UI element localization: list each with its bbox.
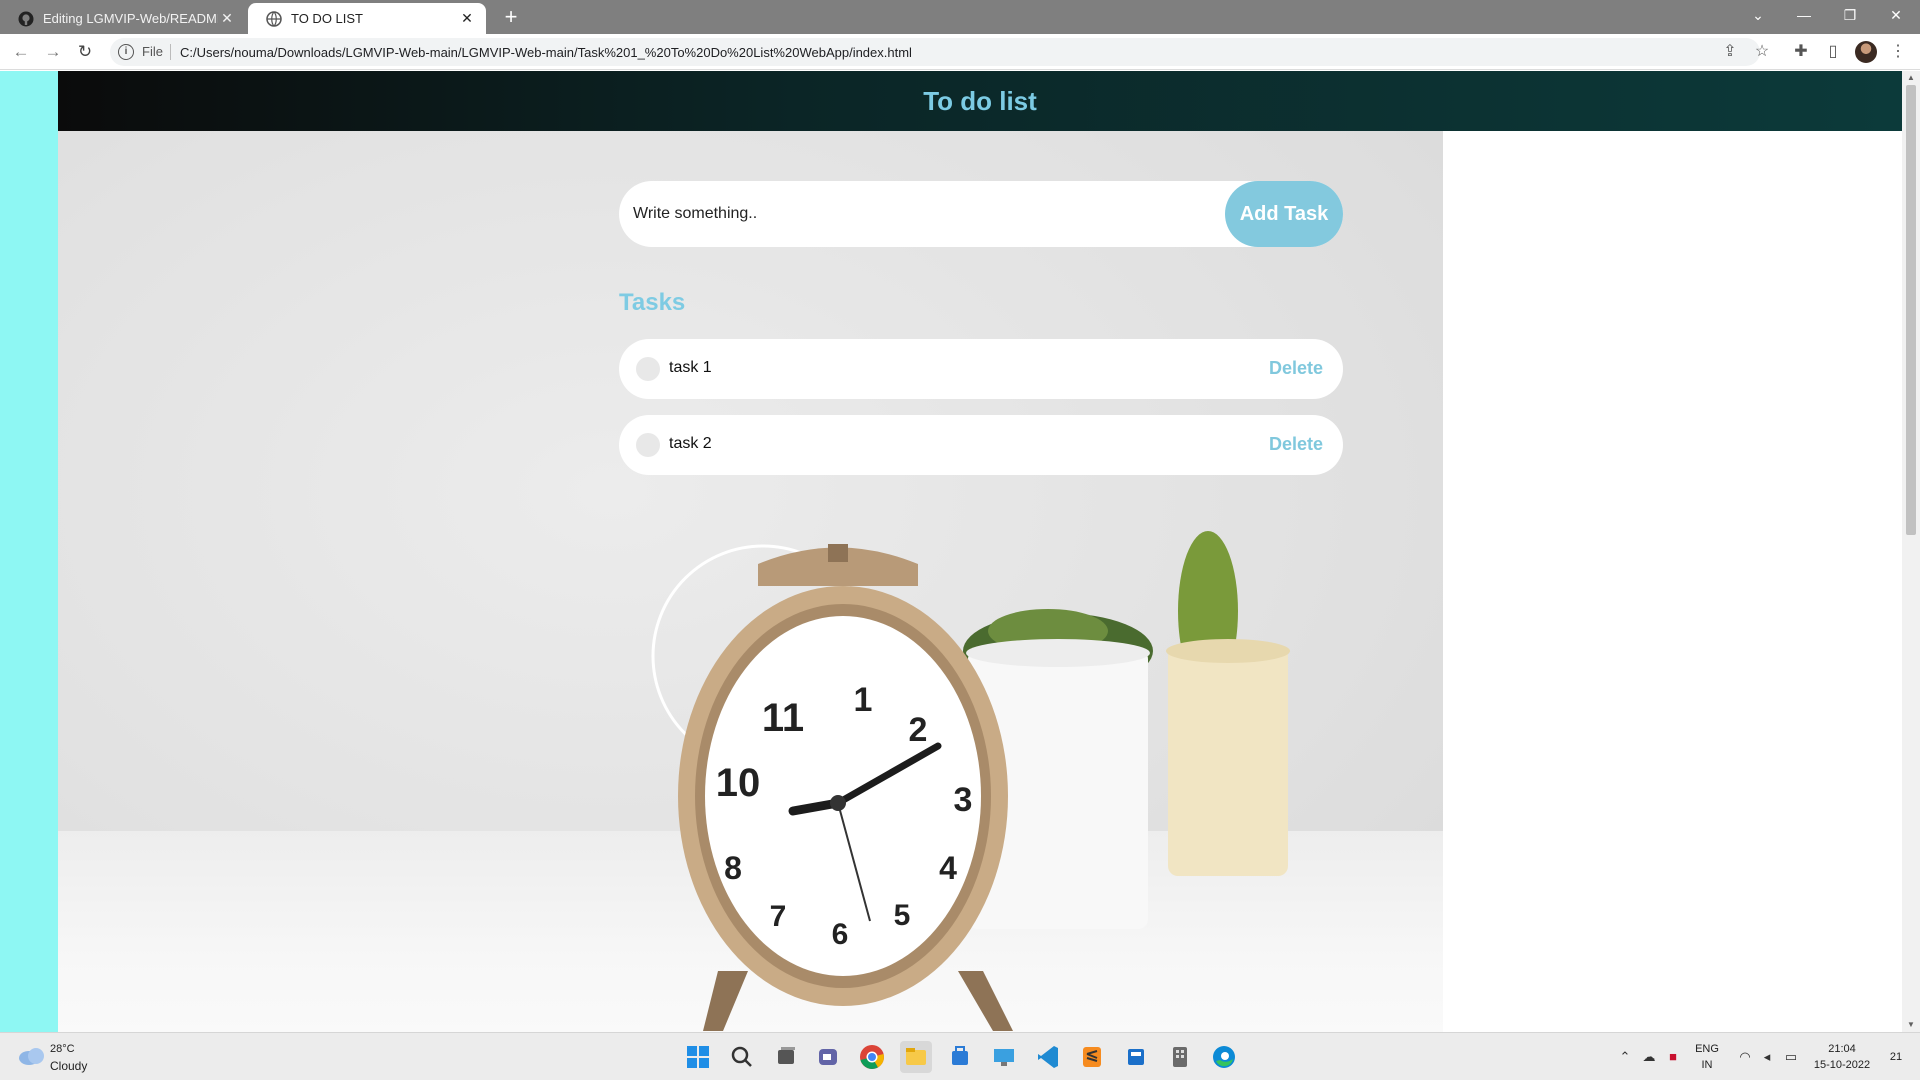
weather-temperature[interactable]: 28°C xyxy=(50,1043,75,1055)
antivirus-icon[interactable]: ■ xyxy=(1664,1048,1682,1066)
extensions-puzzle-icon[interactable]: ✚ xyxy=(1791,42,1811,62)
task-item: task 2 Delete xyxy=(619,415,1343,475)
edge-icon[interactable] xyxy=(1208,1041,1240,1073)
calculator-icon[interactable] xyxy=(1120,1041,1152,1073)
task-text[interactable]: task 2 xyxy=(669,435,712,453)
clock-time[interactable]: 21:04 xyxy=(1812,1043,1872,1055)
left-color-strip xyxy=(0,71,58,1032)
tab-search-icon[interactable]: ⌄ xyxy=(1736,0,1780,30)
tab-editing-readme[interactable]: Editing LGMVIP-Web/README.m ✕ xyxy=(0,3,246,34)
profile-avatar[interactable] xyxy=(1855,41,1877,63)
svg-text:1: 1 xyxy=(854,681,873,719)
delete-task-button[interactable]: Delete xyxy=(1269,434,1323,455)
volume-icon[interactable]: ◂ xyxy=(1758,1048,1776,1066)
svg-text:10: 10 xyxy=(716,761,761,805)
language-indicator[interactable]: ENG xyxy=(1692,1043,1722,1055)
task-checkbox[interactable] xyxy=(636,433,660,457)
minimize-button[interactable]: — xyxy=(1782,0,1826,30)
tab-title: Editing LGMVIP-Web/README.m xyxy=(43,11,218,26)
back-arrow-icon[interactable]: ← xyxy=(9,40,33,64)
task-checkbox[interactable] xyxy=(636,357,660,381)
task-input[interactable] xyxy=(633,199,1193,229)
weather-description[interactable]: Cloudy xyxy=(50,1059,87,1073)
alarm-clock-illustration: 11 1 2 10 3 8 4 7 5 6 xyxy=(651,531,1290,1031)
restore-button[interactable]: ❐ xyxy=(1828,0,1872,30)
tasks-heading: Tasks xyxy=(619,289,686,316)
add-task-bar: Add Task xyxy=(619,181,1343,247)
teams-chat-icon[interactable] xyxy=(812,1041,844,1073)
page-title: To do list xyxy=(923,86,1037,116)
browser-tab-strip: Editing LGMVIP-Web/README.m ✕ TO DO LIST… xyxy=(0,0,1920,34)
close-icon[interactable]: ✕ xyxy=(458,10,476,27)
sublime-text-icon[interactable] xyxy=(1076,1041,1108,1073)
onedrive-cloud-icon[interactable]: ☁ xyxy=(1640,1048,1658,1066)
chevron-up-icon[interactable]: ⌃ xyxy=(1616,1048,1634,1066)
window-close-button[interactable]: ✕ xyxy=(1874,0,1918,30)
svg-text:6: 6 xyxy=(832,918,849,951)
page-scrollbar[interactable]: ▲ ▼ xyxy=(1902,71,1920,1032)
share-icon[interactable]: ⇪ xyxy=(1720,42,1740,62)
add-task-button[interactable]: Add Task xyxy=(1225,181,1343,247)
globe-icon xyxy=(266,10,282,27)
vscode-icon[interactable] xyxy=(1032,1041,1064,1073)
background-photo: 11 1 2 10 3 8 4 7 5 6 Add Task Tasks xyxy=(58,131,1443,1032)
file-explorer-icon[interactable] xyxy=(900,1041,932,1073)
svg-text:8: 8 xyxy=(724,850,742,886)
clock-date[interactable]: 15-10-2022 xyxy=(1812,1059,1872,1071)
cloud-icon[interactable] xyxy=(18,1046,46,1066)
svg-text:5: 5 xyxy=(894,899,911,932)
svg-text:7: 7 xyxy=(770,900,787,933)
windows-start-icon[interactable] xyxy=(682,1041,714,1073)
svg-text:4: 4 xyxy=(939,850,957,886)
menu-kebab-icon[interactable]: ⋮ xyxy=(1888,42,1908,62)
battery-icon[interactable]: ▭ xyxy=(1782,1048,1800,1066)
notification-count-badge[interactable]: 21 xyxy=(1886,1051,1906,1063)
reload-icon[interactable]: ↻ xyxy=(73,40,97,64)
side-panel-icon[interactable]: ▯ xyxy=(1823,42,1843,62)
browser-toolbar: ← → ↻ i File C:/Users/nouma/Downloads/LG… xyxy=(0,34,1920,70)
info-icon[interactable]: i xyxy=(118,44,134,60)
bookmark-star-icon[interactable]: ☆ xyxy=(1752,42,1772,62)
scroll-down-arrow-icon[interactable]: ▼ xyxy=(1902,1018,1920,1032)
svg-text:2: 2 xyxy=(909,711,928,749)
svg-text:3: 3 xyxy=(954,781,973,819)
microsoft-store-icon[interactable] xyxy=(944,1041,976,1073)
task-item: task 1 Delete xyxy=(619,339,1343,399)
address-bar[interactable]: i File C:/Users/nouma/Downloads/LGMVIP-W… xyxy=(110,38,1760,66)
task-view-icon[interactable] xyxy=(770,1041,802,1073)
url-text[interactable]: C:/Users/nouma/Downloads/LGMVIP-Web-main… xyxy=(180,45,912,60)
page-header: To do list xyxy=(58,71,1902,131)
scrollbar-thumb[interactable] xyxy=(1906,85,1916,535)
new-tab-button[interactable]: + xyxy=(498,5,524,31)
windows-taskbar: 28°C Cloudy ⌃ ☁ ■ ENG IN ◠ ◂ ▭ 21:04 15-… xyxy=(0,1032,1920,1080)
wifi-icon[interactable]: ◠ xyxy=(1736,1048,1754,1066)
github-icon xyxy=(18,11,34,26)
close-icon[interactable]: ✕ xyxy=(218,10,236,27)
task-text[interactable]: task 1 xyxy=(669,359,712,377)
file-scheme-label: File xyxy=(142,44,163,59)
page-viewport: To do list 11 1 2 10 3 8 4 7 5 6 Write s… xyxy=(0,71,1920,1032)
tab-to-do-list[interactable]: TO DO LIST ✕ xyxy=(248,3,486,34)
forward-arrow-icon[interactable]: → xyxy=(41,40,65,64)
svg-text:11: 11 xyxy=(762,696,804,740)
divider xyxy=(170,44,171,60)
delete-task-button[interactable]: Delete xyxy=(1269,358,1323,379)
chrome-icon[interactable] xyxy=(856,1041,888,1073)
scroll-up-arrow-icon[interactable]: ▲ xyxy=(1902,71,1920,85)
tab-title: TO DO LIST xyxy=(291,11,363,26)
remote-desktop-icon[interactable] xyxy=(988,1041,1020,1073)
search-icon[interactable] xyxy=(726,1041,758,1073)
windows-tools-icon[interactable] xyxy=(1164,1041,1196,1073)
language-region[interactable]: IN xyxy=(1692,1059,1722,1071)
